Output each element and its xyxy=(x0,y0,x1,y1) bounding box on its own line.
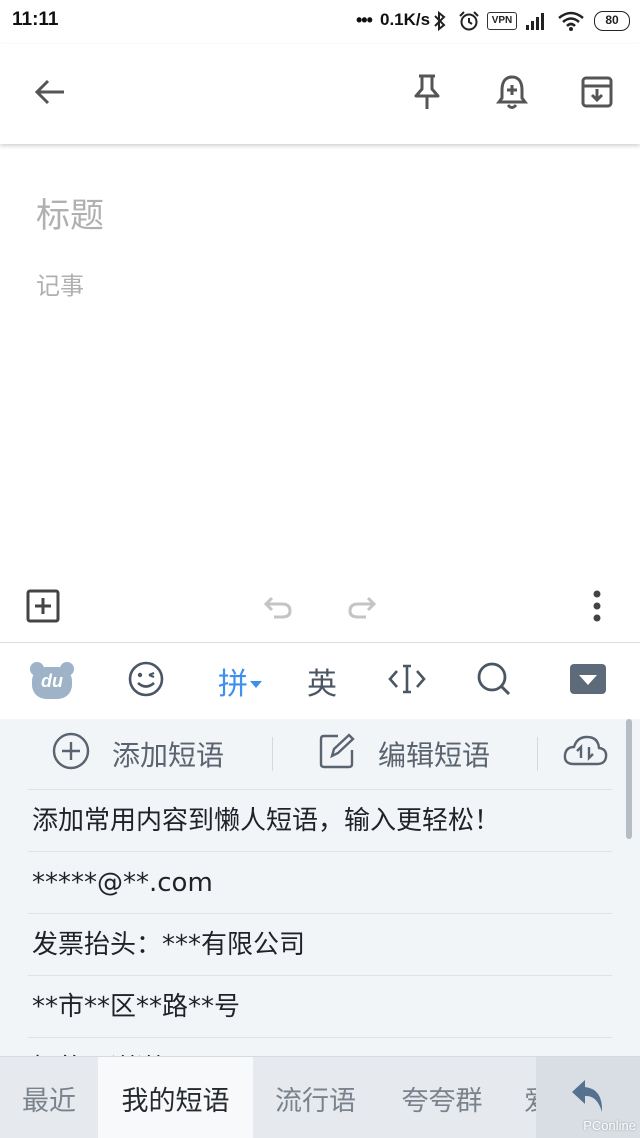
action-separator xyxy=(537,737,538,771)
tab-popular[interactable]: 流行语 xyxy=(253,1057,378,1138)
note-editor: 标题 记事 xyxy=(0,144,640,576)
add-circle-icon xyxy=(52,732,90,777)
redo-icon xyxy=(346,592,378,624)
add-phrase-button[interactable]: 添加短语 xyxy=(52,731,224,777)
phrase-item[interactable]: 好的，谢谢！ xyxy=(28,1037,612,1056)
back-arrow-icon xyxy=(34,78,66,110)
status-bar: 11:11 ••• 0.1K/s VPN 80 xyxy=(0,0,640,44)
tab-my-phrases[interactable]: 我的短语 xyxy=(98,1057,253,1138)
cloud-sync-icon xyxy=(562,734,608,775)
tab-partial[interactable]: 爱 xyxy=(506,1057,536,1138)
search-icon xyxy=(476,661,512,701)
bluetooth-icon xyxy=(432,10,456,32)
reminder-bell-icon xyxy=(496,73,528,115)
tab-recent[interactable]: 最近 xyxy=(0,1057,98,1138)
cursor-button[interactable] xyxy=(377,655,437,707)
more-options-button[interactable] xyxy=(572,583,622,633)
phrase-item[interactable]: 添加常用内容到懒人短语，输入更轻松！ xyxy=(28,789,612,851)
action-separator xyxy=(272,737,273,771)
add-phrase-label: 添加短语 xyxy=(112,739,225,772)
chevron-down-icon xyxy=(250,674,262,693)
return-button[interactable]: PConline xyxy=(536,1057,640,1138)
edit-icon xyxy=(318,732,356,777)
emoji-button[interactable] xyxy=(116,655,176,707)
watermark: PConline xyxy=(583,1118,636,1133)
english-mode-button[interactable]: 英 xyxy=(292,655,352,707)
editor-toolbar xyxy=(0,576,640,642)
emoji-icon xyxy=(127,660,165,702)
undo-button[interactable] xyxy=(253,583,303,633)
pinyin-label: 拼 xyxy=(218,667,248,702)
add-content-button[interactable] xyxy=(18,583,68,633)
phrase-item[interactable]: **市**区**路**号 xyxy=(28,975,612,1037)
cloud-sync-button[interactable] xyxy=(562,731,608,777)
collapse-keyboard-button[interactable] xyxy=(558,655,618,707)
more-vert-icon xyxy=(592,590,602,626)
phrase-panel: 添加短语 编辑短语 添加常用内容到懒人短语，输入更轻松！ *****@**.co… xyxy=(0,719,640,1056)
reminder-button[interactable] xyxy=(486,68,538,120)
back-button[interactable] xyxy=(24,68,76,120)
pin-button[interactable] xyxy=(401,68,453,120)
alarm-icon xyxy=(457,10,481,32)
du-logo-icon: du xyxy=(29,661,75,701)
collapse-keyboard-icon xyxy=(569,663,607,699)
archive-icon xyxy=(580,75,614,113)
pin-icon xyxy=(412,73,442,115)
ime-toolbar: du 拼 英 xyxy=(0,643,640,729)
du-logo-text: du xyxy=(41,671,63,691)
undo-icon xyxy=(262,592,294,624)
phrase-item[interactable]: 发票抬头：***有限公司 xyxy=(28,913,612,975)
note-body-field[interactable]: 记事 xyxy=(36,266,84,301)
phrase-actions: 添加短语 编辑短语 xyxy=(0,719,640,789)
phrase-scrollbar[interactable] xyxy=(626,719,632,839)
network-speed: 0.1K/s xyxy=(380,10,431,29)
battery-icon: 80 xyxy=(594,11,630,31)
phrase-list: 添加常用内容到懒人短语，输入更轻松！ *****@**.com 发票抬头：***… xyxy=(28,789,612,1056)
pinyin-mode-button[interactable]: 拼 xyxy=(210,655,270,707)
add-box-icon xyxy=(26,589,60,627)
search-button[interactable] xyxy=(464,655,524,707)
phrase-category-tabs: 最近 我的短语 流行语 夸夸群 爱 PConline xyxy=(0,1056,640,1138)
edit-phrase-button[interactable]: 编辑短语 xyxy=(318,731,490,777)
redo-button[interactable] xyxy=(337,583,387,633)
ime-logo-button[interactable]: du xyxy=(20,655,84,729)
note-app-bar xyxy=(0,44,640,144)
title-field[interactable]: 标题 xyxy=(36,188,104,237)
status-dots: ••• xyxy=(356,10,373,30)
status-time: 11:11 xyxy=(12,9,59,30)
return-arrow-icon xyxy=(569,1076,607,1120)
vpn-icon: VPN xyxy=(487,12,517,30)
english-label: 英 xyxy=(307,667,337,702)
archive-button[interactable] xyxy=(571,68,623,120)
tab-praise-group[interactable]: 夸夸群 xyxy=(378,1057,506,1138)
phrase-item[interactable]: *****@**.com xyxy=(28,851,612,913)
edit-phrase-label: 编辑短语 xyxy=(378,739,491,772)
wifi-icon xyxy=(557,10,584,32)
signal-icon xyxy=(524,10,548,32)
cursor-icon xyxy=(387,662,427,700)
